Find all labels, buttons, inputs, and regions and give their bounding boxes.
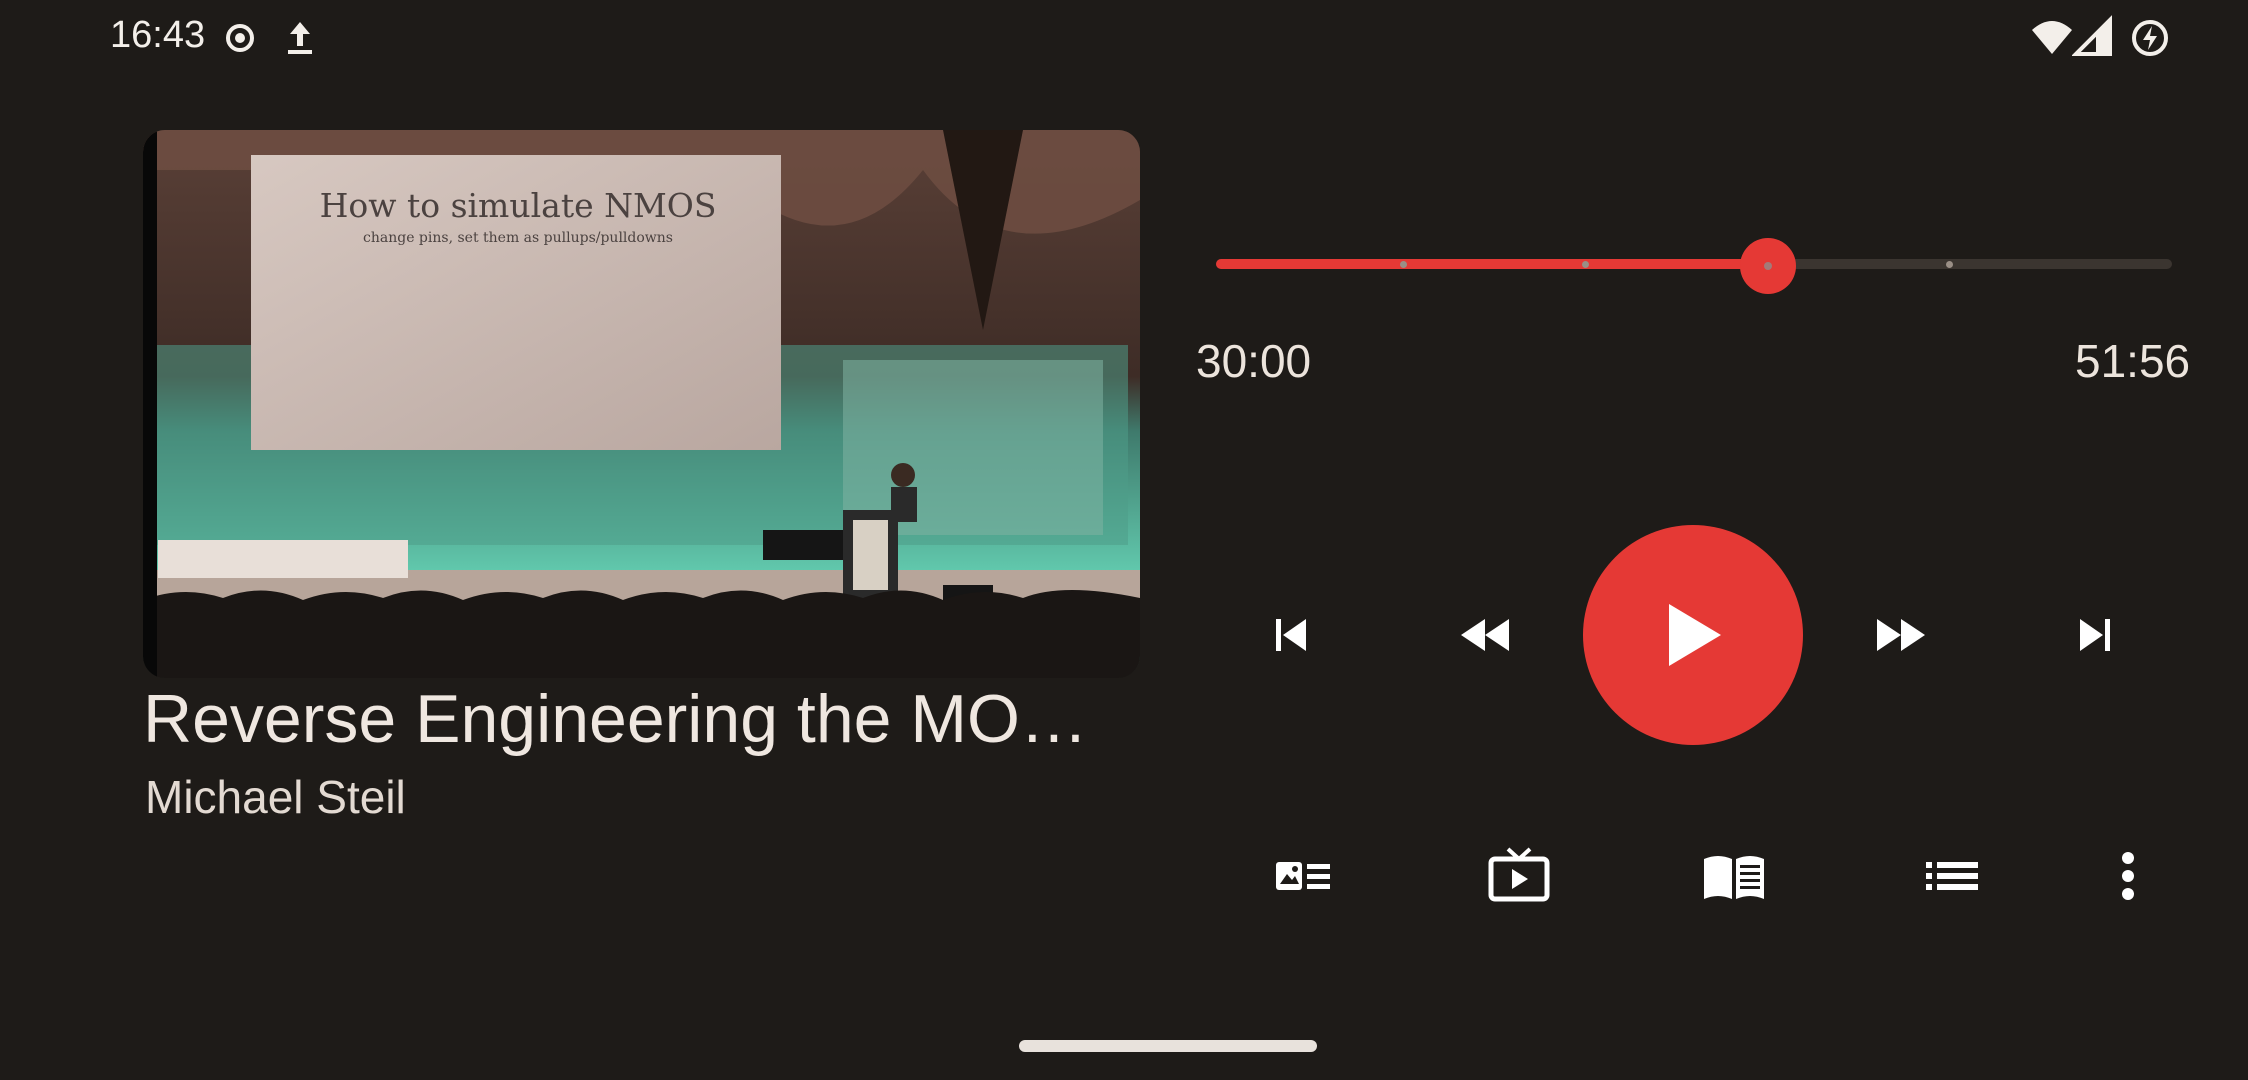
- description-button[interactable]: [1270, 848, 1336, 904]
- skip-previous-button[interactable]: [1256, 606, 1326, 664]
- cast-tv-button[interactable]: [1485, 842, 1553, 906]
- cast-tv-icon: [1488, 847, 1550, 902]
- queue-button[interactable]: [1918, 848, 1986, 904]
- more-vert-icon: [2122, 852, 2134, 900]
- play-button[interactable]: [1583, 525, 1803, 745]
- slide-bullet: change pins, set them as pullups/pulldow…: [363, 230, 673, 246]
- play-icon: [1669, 604, 1721, 666]
- player-screen: 16:43 How to simulate NMOS change pins, …: [0, 0, 2248, 1080]
- slide-title: How to simulate NMOS: [319, 186, 717, 225]
- description-icon: [1276, 862, 1330, 890]
- skip-previous-icon: [1276, 619, 1306, 651]
- rewind-icon: [1461, 619, 1509, 651]
- chapter-marker: [1399, 261, 1407, 268]
- more-options-button[interactable]: [2106, 846, 2150, 906]
- video-artwork[interactable]: How to simulate NMOS change pins, set th…: [143, 130, 1140, 678]
- skip-next-icon: [2080, 619, 2110, 651]
- rewind-button[interactable]: [1450, 606, 1520, 664]
- fast-forward-button[interactable]: [1866, 606, 1936, 664]
- signal-icon: [2071, 14, 2116, 58]
- queue-list-icon: [1926, 862, 1978, 890]
- chapters-book-icon: [1704, 856, 1764, 899]
- seek-thumb[interactable]: [1739, 238, 1796, 294]
- seek-bar[interactable]: [1216, 238, 2172, 294]
- chapter-marker: [1945, 261, 1953, 268]
- fast-forward-icon: [1877, 619, 1925, 651]
- seek-progress: [1216, 259, 1768, 269]
- upload-icon: [278, 14, 322, 58]
- track-title: Reverse Engineering the MO…: [143, 681, 1088, 757]
- wifi-icon: [2030, 14, 2074, 58]
- track-artist: Michael Steil: [145, 771, 406, 823]
- status-time: 16:43: [110, 14, 206, 56]
- battery-charging-icon: [2128, 14, 2172, 58]
- home-indicator[interactable]: [1019, 1040, 1317, 1052]
- record-icon: [218, 14, 262, 58]
- skip-next-button[interactable]: [2060, 606, 2130, 664]
- chapters-button[interactable]: [1700, 846, 1768, 906]
- total-duration: 51:56: [2075, 335, 2191, 387]
- elapsed-time: 30:00: [1196, 335, 1312, 387]
